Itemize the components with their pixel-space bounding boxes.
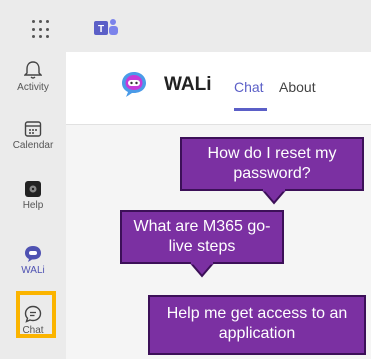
callout-m365-golive: What are M365 go-live steps: [120, 210, 284, 264]
rail-item-wali[interactable]: WALi: [0, 245, 66, 276]
rail-item-calendar[interactable]: Calendar: [0, 120, 66, 151]
tab-about[interactable]: About: [279, 79, 316, 95]
rail-item-help[interactable]: Help: [0, 180, 66, 211]
active-tab-indicator: [234, 108, 267, 111]
wali-bot-icon: [25, 246, 41, 262]
help-icon: [25, 181, 41, 197]
rail-item-chat[interactable]: Chat: [0, 305, 66, 336]
wali-logo-icon: [122, 72, 146, 97]
app-name: WALi: [164, 74, 212, 95]
calendar-icon: [24, 121, 42, 137]
callout-tail: [190, 262, 214, 278]
rail-item-label: Activity: [17, 82, 49, 93]
app-launcher-icon[interactable]: [32, 20, 52, 40]
callout-tail: [262, 189, 286, 205]
rail-item-label: Calendar: [12, 140, 54, 151]
rail-item-label: Help: [22, 200, 44, 211]
teams-logo-icon: T: [94, 19, 118, 35]
left-rail: Activity Calendar Help WALi Chat: [0, 52, 66, 359]
chat-icon: [24, 305, 42, 323]
rail-item-activity[interactable]: Activity: [0, 60, 66, 93]
app-header: WALi Chat About: [66, 52, 371, 125]
bell-icon: [24, 61, 42, 79]
tab-chat[interactable]: Chat: [234, 79, 264, 95]
callout-reset-password: How do I reset my password?: [180, 137, 364, 191]
top-bar: T: [0, 0, 371, 52]
callout-app-access: Help me get access to an application: [148, 295, 366, 355]
rail-item-label: WALi: [21, 265, 45, 276]
svg-text:T: T: [98, 24, 104, 35]
rail-item-label: Chat: [22, 325, 44, 336]
